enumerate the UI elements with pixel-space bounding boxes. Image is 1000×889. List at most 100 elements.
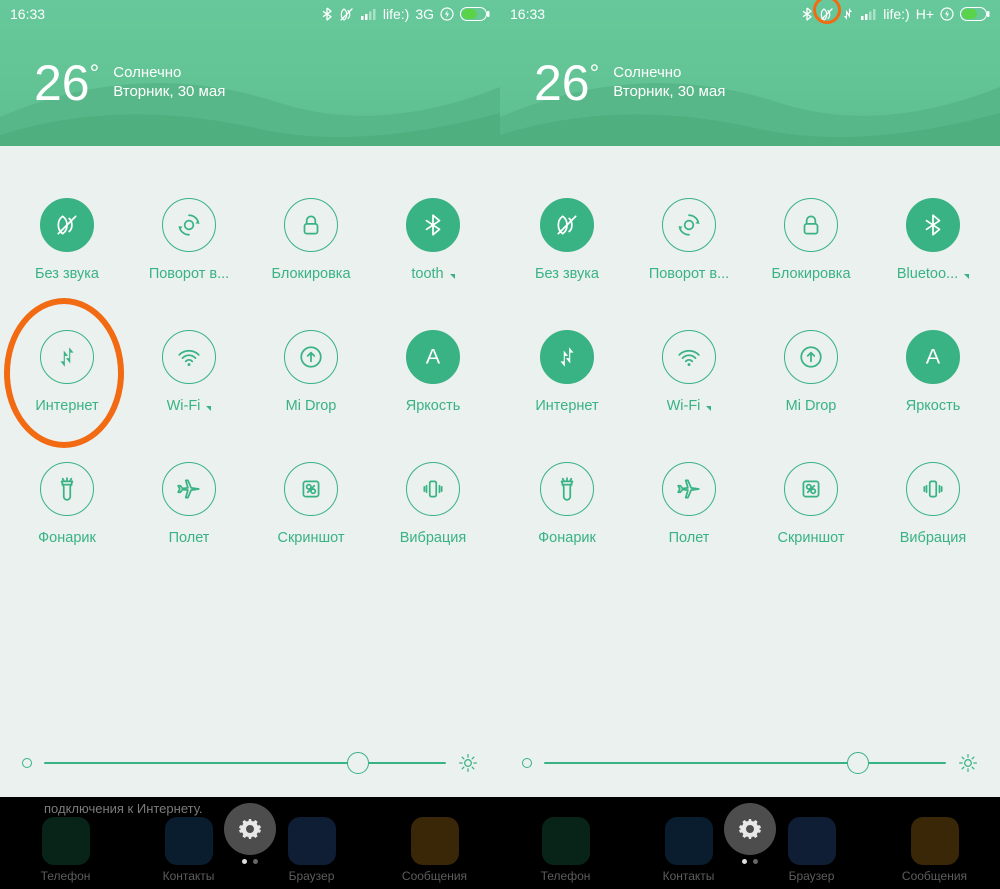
battery-icon (960, 7, 990, 21)
status-carrier: life:) (883, 6, 909, 22)
toggle-bt[interactable]: tooth (372, 198, 494, 282)
screen-0: 16:33 life:) 3G 26° Солнечно Вторник, 30… (0, 0, 500, 889)
toggle-torch[interactable]: Фонарик (506, 462, 628, 546)
toggle-bt[interactable]: Bluetoo... (872, 198, 994, 282)
toggle-midrop[interactable]: Mi Drop (750, 330, 872, 414)
toggle-label: Скриншот (777, 530, 844, 546)
status-carrier: life:) (383, 6, 409, 22)
weather-date: Вторник, 30 мая (113, 83, 225, 100)
toggle-data[interactable]: Интернет (506, 330, 628, 414)
page-dots (742, 859, 758, 864)
torch-icon (40, 462, 94, 516)
dock-app[interactable]: Телефон (6, 817, 126, 883)
app-label: Телефон (541, 869, 591, 883)
toggle-label: Полет (669, 530, 710, 546)
quick-toggles-panel: Без звукаПоворот в...Блокировка Bluetoo..… (500, 146, 1000, 797)
bluetooth-icon (801, 7, 813, 21)
notification-header: 16:33 life:) H+ 26° Солнечно Вторник, 30… (500, 0, 1000, 146)
status-time: 16:33 (510, 6, 545, 22)
toggle-label: Фонарик (538, 530, 596, 546)
plane-icon (162, 462, 216, 516)
signal-icon (861, 8, 877, 20)
toggle-label: Яркость (406, 398, 461, 414)
app-icon (665, 817, 713, 865)
vibe-icon (406, 462, 460, 516)
toggle-plane[interactable]: Полет (628, 462, 750, 546)
status-bar[interactable]: 16:33 life:) 3G (0, 0, 500, 28)
toggle-label: Поворот в... (149, 266, 229, 282)
data-icon (540, 330, 594, 384)
brightness-slider[interactable] (44, 762, 446, 764)
toggle-label: Скриншот (277, 530, 344, 546)
brightness-slider[interactable] (544, 762, 946, 764)
toggle-label: Wi-Fi (167, 398, 212, 414)
toggle-wifi[interactable]: Wi-Fi (128, 330, 250, 414)
toggle-label: Вибрация (900, 530, 966, 546)
mute-icon (339, 7, 355, 21)
status-bar[interactable]: 16:33 life:) H+ (500, 0, 1000, 28)
data-icon (40, 330, 94, 384)
brightness-thumb[interactable] (347, 752, 369, 774)
toggle-label: Интернет (35, 398, 98, 414)
toggle-mute[interactable]: Без звука (6, 198, 128, 282)
dock-app[interactable]: Сообщения (375, 817, 495, 883)
toggle-vibe[interactable]: Вибрация (872, 462, 994, 546)
weather-temp: 26° (34, 58, 99, 108)
app-label: Контакты (663, 869, 715, 883)
dock-app[interactable]: Сообщения (875, 817, 995, 883)
svg-text:A: A (426, 344, 441, 369)
weather-temp: 26° (534, 58, 599, 108)
toggle-rotate[interactable]: Поворот в... (128, 198, 250, 282)
app-icon (42, 817, 90, 865)
expand-arrow-icon (964, 274, 969, 279)
weather-condition: Солнечно (613, 64, 725, 81)
toggle-bright[interactable]: A Яркость (372, 330, 494, 414)
sun-icon (958, 753, 978, 773)
lock-icon (284, 198, 338, 252)
toggle-plane[interactable]: Полет (128, 462, 250, 546)
brightness-auto-toggle[interactable] (22, 758, 32, 768)
status-network: H+ (916, 6, 934, 22)
toggle-label: Wi-Fi (667, 398, 712, 414)
rotate-icon (162, 198, 216, 252)
toggle-lock[interactable]: Блокировка (750, 198, 872, 282)
app-label: Браузер (289, 869, 335, 883)
expand-arrow-icon (206, 406, 211, 411)
toggle-label: Фонарик (38, 530, 96, 546)
status-time: 16:33 (10, 6, 45, 22)
settings-button[interactable] (224, 803, 276, 855)
toggle-shot[interactable]: Скриншот (750, 462, 872, 546)
shot-icon (284, 462, 338, 516)
brightness-auto-toggle[interactable] (522, 758, 532, 768)
toggle-torch[interactable]: Фонарик (6, 462, 128, 546)
brightness-thumb[interactable] (847, 752, 869, 774)
toggle-shot[interactable]: Скриншот (250, 462, 372, 546)
toggle-mute[interactable]: Без звука (506, 198, 628, 282)
gear-icon (738, 817, 762, 841)
plane-icon (662, 462, 716, 516)
toggle-lock[interactable]: Блокировка (250, 198, 372, 282)
settings-button[interactable] (724, 803, 776, 855)
toggle-vibe[interactable]: Вибрация (372, 462, 494, 546)
weather-widget[interactable]: 26° Солнечно Вторник, 30 мая (0, 28, 500, 108)
app-label: Телефон (41, 869, 91, 883)
bluetooth-icon (321, 7, 333, 21)
quick-toggles-panel: Без звука Поворот в... Блокировкаtooth Инте… (0, 146, 500, 797)
bright-icon: A (906, 330, 960, 384)
app-label: Контакты (163, 869, 215, 883)
dock-app[interactable]: Телефон (506, 817, 626, 883)
toggle-rotate[interactable]: Поворот в... (628, 198, 750, 282)
brightness-row (0, 725, 500, 797)
signal-icon (361, 8, 377, 20)
toggle-midrop[interactable]: Mi Drop (250, 330, 372, 414)
toggle-bright[interactable]: AЯркость (872, 330, 994, 414)
lock-icon (784, 198, 838, 252)
vibe-icon (906, 462, 960, 516)
toggle-data[interactable]: Интернет (6, 330, 128, 414)
app-label: Сообщения (902, 869, 967, 883)
weather-widget[interactable]: 26° Солнечно Вторник, 30 мая (500, 28, 1000, 108)
bt-icon (406, 198, 460, 252)
toggle-wifi[interactable]: Wi-Fi (628, 330, 750, 414)
app-icon (165, 817, 213, 865)
toggle-label: Bluetoo... (897, 266, 969, 282)
